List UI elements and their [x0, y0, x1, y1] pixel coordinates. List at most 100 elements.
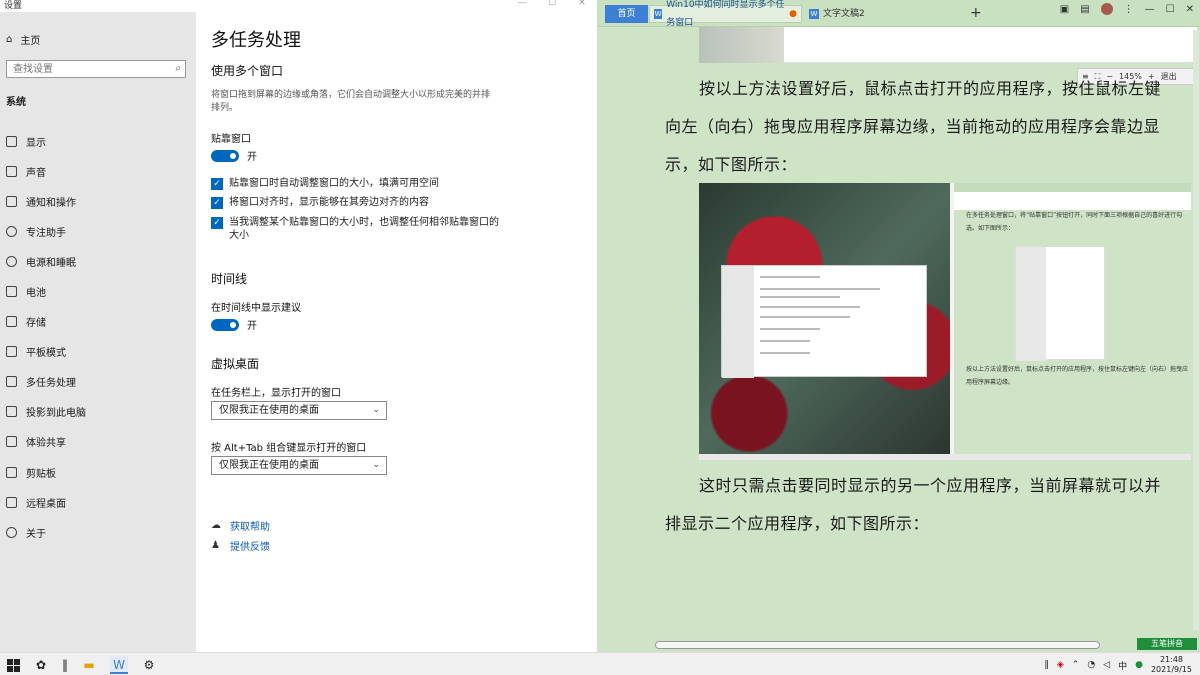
close-icon[interactable]: ✕ — [1186, 4, 1194, 15]
document-page: ≡ ⛶ − 145% + 退出 按以上方法设置好后，鼠标点击打开的应用程序，按住… — [647, 27, 1197, 627]
doc-paragraph-2: 这时只需点击要同时显示的另一个应用程序，当前屏幕就可以并排显示二个应用程序，如下… — [665, 476, 1162, 533]
taskbar-separator-icon: ‖ — [62, 658, 68, 672]
layout-icon[interactable]: ▣ — [1060, 4, 1069, 15]
snap-check-fill[interactable]: ✓ 贴靠窗口时自动调整窗口的大小，填满可用空间 — [211, 177, 501, 190]
project-icon — [6, 406, 17, 418]
embedded-wps-pane: 在多任务处理窗口，将“贴靠窗口”按钮打开，同时下面三项根据自己的喜好进行勾选。如… — [954, 183, 1191, 454]
taskbar-windows-select[interactable]: 仅限我正在使用的桌面 ⌄ — [211, 401, 387, 420]
chevron-down-icon: ⌄ — [372, 405, 380, 415]
vertical-scrollbar[interactable] — [1193, 30, 1199, 630]
settings-gear-icon[interactable]: ⚙ — [140, 656, 158, 674]
settings-titlebar[interactable]: 设置 — ☐ ✕ — [0, 0, 597, 12]
snap-toggle-row[interactable]: 开 — [211, 148, 257, 163]
new-tab-plus-icon[interactable]: + — [970, 5, 982, 21]
app-icon-taskbar[interactable]: ✿ — [32, 656, 50, 674]
skin-icon[interactable]: ▤ — [1080, 4, 1089, 15]
close-button[interactable]: ✕ — [567, 0, 597, 9]
sidebar-item-about[interactable]: 关于 — [0, 517, 196, 547]
maximize-icon[interactable]: ☐ — [1166, 4, 1175, 15]
embedded-text-2: 按以上方法设置好后，鼠标点击打开的应用程序，按住鼠标左键向左（向右）拖曳应用程序… — [966, 366, 1189, 386]
embedded-settings-thumb — [1015, 246, 1105, 361]
embedded-wallpaper — [699, 183, 950, 454]
menu-icon[interactable]: ⋮ — [1124, 4, 1134, 15]
sidebar-item-display[interactable]: 显示 — [0, 126, 196, 156]
embedded-text-1: 在多任务处理窗口，将“贴靠窗口”按钮打开，同时下面三项根据自己的喜好进行勾选。如… — [966, 212, 1183, 232]
file-explorer-icon[interactable]: ▬ — [80, 656, 98, 674]
section-timeline: 时间线 — [211, 272, 248, 286]
sidebar-item-project[interactable]: 投影到此电脑 — [0, 397, 196, 427]
alttab-select[interactable]: 仅限我正在使用的桌面 ⌄ — [211, 456, 387, 475]
minimize-icon[interactable]: — — [1145, 4, 1155, 15]
start-button[interactable] — [4, 656, 22, 674]
volume-icon[interactable]: ◁ — [1103, 660, 1110, 670]
wechat-icon[interactable]: ● — [1135, 660, 1143, 670]
search-box[interactable]: ⌕ — [6, 60, 186, 78]
info-icon — [6, 526, 17, 538]
get-help-link[interactable]: ☁ 获取帮助 — [211, 518, 270, 533]
embedded-settings-window — [721, 265, 927, 378]
maximize-button[interactable]: ☐ — [537, 0, 567, 9]
feedback-link[interactable]: ♟ 提供反馈 — [211, 538, 270, 553]
minimize-button[interactable]: — — [507, 0, 537, 9]
sidebar-item-focus[interactable]: 专注助手 — [0, 216, 196, 246]
search-icon[interactable]: ⌕ — [175, 63, 181, 74]
tab-home[interactable]: 首页 — [605, 5, 648, 23]
section-multi-window: 使用多个窗口 — [211, 64, 284, 78]
ime-char-icon[interactable]: 中 — [1118, 659, 1127, 672]
antivirus-icon[interactable]: ◈ — [1057, 660, 1064, 670]
checkbox-checked-icon[interactable]: ✓ — [211, 217, 223, 229]
help-chat-icon: ☁ — [211, 520, 221, 531]
sidebar-item-clipboard[interactable]: 剪贴板 — [0, 457, 196, 487]
doc-image-top-right — [784, 27, 1197, 63]
network-icon[interactable]: ◔ — [1087, 660, 1095, 670]
checkbox-checked-icon[interactable]: ✓ — [211, 178, 223, 190]
desktop: 设置 — ☐ ✕ ⌂ 主页 ⌕ 系统 显示 声音 通知和操作 专注助手 — [0, 0, 1200, 675]
tab-close-icon[interactable]: ● — [789, 5, 797, 23]
chevron-down-icon: ⌄ — [372, 460, 380, 470]
sidebar-nav: 显示 声音 通知和操作 专注助手 电源和睡眠 电池 存储 平板模式 多任务处理 … — [0, 126, 196, 547]
windows-logo-icon — [7, 659, 20, 672]
power-icon — [6, 255, 17, 267]
sidebar-item-multitasking[interactable]: 多任务处理 — [0, 367, 196, 397]
sidebar-item-home[interactable]: ⌂ 主页 — [6, 32, 40, 47]
tray-separator-icon: ‖ — [1044, 660, 1049, 670]
settings-content: 多任务处理 使用多个窗口 将窗口拖到屏幕的边缘或角落，它们会自动调整大小以形成完… — [196, 12, 597, 652]
timeline-toggle[interactable] — [211, 318, 239, 331]
alttab-label: 按 Alt+Tab 组合键显示打开的窗口 — [211, 443, 367, 454]
tab-doc2[interactable]: W 文字文稿2 — [805, 5, 880, 23]
sidebar-item-storage[interactable]: 存储 — [0, 307, 196, 337]
doc-image-top-left — [699, 27, 784, 63]
sidebar-item-battery[interactable]: 电池 — [0, 276, 196, 306]
snap-check-resize-adjacent[interactable]: ✓ 当我调整某个贴靠窗口的大小时，也调整任何相邻贴靠窗口的大小 — [211, 216, 501, 242]
checkbox-checked-icon[interactable]: ✓ — [211, 197, 223, 209]
sidebar-home-label: 主页 — [20, 36, 41, 47]
sidebar-item-power[interactable]: 电源和睡眠 — [0, 246, 196, 276]
timeline-toggle-row[interactable]: 开 — [211, 317, 257, 332]
timeline-label: 在时间线中显示建议 — [211, 303, 301, 314]
taskbar-clock[interactable]: 21:48 2021/9/15 — [1151, 655, 1192, 675]
sidebar-item-remote[interactable]: 远程桌面 — [0, 487, 196, 517]
tray-chevron-up-icon[interactable]: ⌃ — [1072, 660, 1080, 670]
windows-taskbar: ✿ ‖ ▬ W ⚙ ‖ ◈ ⌃ ◔ ◁ 中 ● 21:48 2021/9/15 — [0, 652, 1200, 675]
battery-icon — [6, 286, 17, 298]
tablet-icon — [6, 346, 17, 358]
sidebar-item-notifications[interactable]: 通知和操作 — [0, 186, 196, 216]
wps-taskbar-icon[interactable]: W — [110, 656, 128, 674]
timeline-toggle-state: 开 — [247, 321, 257, 332]
sidebar-item-shared[interactable]: 体验共享 — [0, 427, 196, 457]
snap-toggle[interactable] — [211, 149, 239, 162]
sidebar-section-title: 系统 — [6, 97, 26, 108]
horizontal-scrollbar[interactable] — [655, 641, 1100, 649]
wps-doc-icon: W — [809, 9, 819, 19]
ime-indicator[interactable]: 五笔拼音 — [1137, 638, 1197, 650]
wps-writer-window: 首页 W Win10中如何同时显示多个任务窗口 ● W 文字文稿2 + ▣ ▤ … — [597, 0, 1200, 652]
search-input[interactable] — [7, 61, 167, 77]
tab-doc-active[interactable]: W Win10中如何同时显示多个任务窗口 ● — [649, 0, 802, 28]
home-icon: ⌂ — [6, 34, 13, 45]
system-tray: ‖ ◈ ⌃ ◔ ◁ 中 ● 21:48 2021/9/15 — [1044, 655, 1192, 675]
sidebar-item-tablet[interactable]: 平板模式 — [0, 337, 196, 367]
doc-embedded-screenshot: 在多任务处理窗口，将“贴靠窗口”按钮打开，同时下面三项根据自己的喜好进行勾选。如… — [699, 183, 1191, 460]
avatar[interactable] — [1100, 3, 1113, 15]
sidebar-item-sound[interactable]: 声音 — [0, 156, 196, 186]
snap-check-show-next[interactable]: ✓ 将窗口对齐时，显示能够在其旁边对齐的内容 — [211, 196, 501, 209]
